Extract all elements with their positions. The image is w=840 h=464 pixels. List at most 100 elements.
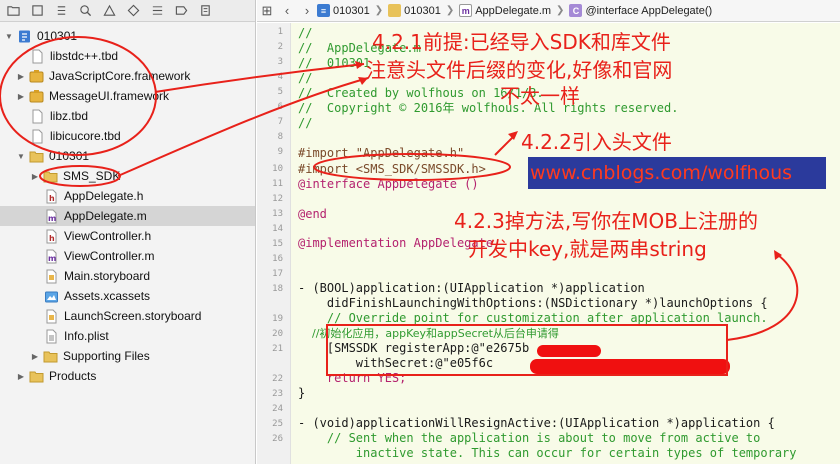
code-line: //初始化应用，appKey和appSecret从后台申请得 xyxy=(298,327,559,340)
tree-item-file[interactable]: libstdc++.tbd xyxy=(0,46,255,66)
tree-item-label: 010301 xyxy=(37,29,78,43)
chevron-right-icon[interactable]: ▶ xyxy=(30,351,40,361)
tree-item-label: Supporting Files xyxy=(63,349,150,363)
tree-item-file[interactable]: h AppDelegate.h xyxy=(0,186,255,206)
code-line: @interface AppDelegate () xyxy=(298,177,479,191)
tree-item-framework[interactable]: ▶ MessageUI.framework xyxy=(0,86,255,106)
tree-item-label: Main.storyboard xyxy=(64,269,151,283)
tree-item-file[interactable]: h ViewController.h xyxy=(0,226,255,246)
code-line: // xyxy=(298,71,313,85)
tree-item-label: libicucore.tbd xyxy=(50,129,121,143)
tree-item-label: Products xyxy=(49,369,97,383)
line-number: 20 xyxy=(272,329,283,339)
storyboard-icon xyxy=(44,269,59,284)
code-line: inactive state. This can occur for certa… xyxy=(298,446,797,460)
jumpbar-file[interactable]: m AppDelegate.m xyxy=(459,4,551,17)
tree-item-file[interactable]: libicucore.tbd xyxy=(0,126,255,146)
tree-item-label: libstdc++.tbd xyxy=(50,49,119,63)
jumpbar-project[interactable]: ≡ 010301 xyxy=(317,4,370,17)
related-items-icon[interactable]: ⊞ xyxy=(257,0,277,22)
svg-text:m: m xyxy=(48,254,56,263)
tree-item-file[interactable]: libz.tbd xyxy=(0,106,255,126)
file-icon xyxy=(30,129,45,144)
implementation-file-icon: m xyxy=(459,4,473,17)
assets-catalog-icon xyxy=(44,289,59,304)
tree-item-label: JavaScriptCore.framework xyxy=(49,69,191,83)
chevron-right-icon[interactable]: ▶ xyxy=(16,371,26,381)
folder-icon xyxy=(43,349,58,364)
line-number: 11 xyxy=(272,179,283,189)
class-icon: C xyxy=(569,4,583,17)
tree-item-group[interactable]: ▼ 010301 xyxy=(0,146,255,166)
tree-item-group[interactable]: ▶ SMS_SDK xyxy=(0,166,255,186)
line-number: 15 xyxy=(272,239,283,249)
forward-button[interactable]: › xyxy=(297,0,317,22)
framework-icon xyxy=(29,69,44,84)
report-icon[interactable] xyxy=(198,4,212,18)
folder-icon[interactable] xyxy=(6,4,20,18)
chevron-right-icon[interactable]: ▶ xyxy=(16,91,26,101)
annotation-step1-line2: 注意头文件后缀的变化,好像和官网 xyxy=(366,58,673,82)
xcode-project-icon: ≡ xyxy=(317,4,330,17)
implementation-file-icon: m xyxy=(44,249,59,264)
line-number-gutter: 1 2 3 4 5 6 7 8 9 10 11 12 13 14 15 16 1… xyxy=(257,23,291,464)
tree-item-group[interactable]: ▶ Products xyxy=(0,366,255,386)
line-number: 10 xyxy=(272,164,283,174)
tree-item-label: Info.plist xyxy=(64,329,109,343)
chevron-right-icon[interactable]: ▶ xyxy=(16,71,26,81)
diamond-icon[interactable] xyxy=(126,4,140,18)
chevron-right-icon: ❯ xyxy=(374,5,384,16)
svg-text:m: m xyxy=(48,214,56,223)
tree-item-file[interactable]: Info.plist xyxy=(0,326,255,346)
code-line: - (BOOL)application:(UIApplication *)app… xyxy=(298,281,645,295)
line-number: 6 xyxy=(277,102,283,112)
code-line: [SMSSDK registerApp:@"e2675b xyxy=(298,341,530,355)
issue-icon[interactable] xyxy=(102,4,116,18)
line-number: 24 xyxy=(272,404,283,414)
code-line: // 010301 xyxy=(298,56,371,70)
tree-item-label: ViewController.h xyxy=(64,229,152,243)
line-number: 21 xyxy=(272,344,283,354)
line-number: 4 xyxy=(277,72,283,82)
tree-item-framework[interactable]: ▶ JavaScriptCore.framework xyxy=(0,66,255,86)
hierarchy-icon[interactable] xyxy=(54,4,68,18)
svg-text:h: h xyxy=(49,194,55,203)
tree-item-label: 010301 xyxy=(49,149,90,163)
line-number: 3 xyxy=(277,57,283,67)
line-number: 23 xyxy=(272,389,283,399)
folder-icon xyxy=(29,369,44,384)
chevron-down-icon[interactable]: ▼ xyxy=(4,31,14,41)
header-file-icon: h xyxy=(44,229,59,244)
tree-item-label: LaunchScreen.storyboard xyxy=(64,309,202,323)
breakpoint-icon[interactable] xyxy=(174,4,188,18)
line-number: 7 xyxy=(277,117,283,127)
line-number: 18 xyxy=(272,284,283,294)
code-line: // Override point for customization afte… xyxy=(298,311,768,325)
tree-item-file[interactable]: Assets.xcassets xyxy=(0,286,255,306)
annotation-step3-line1: 4.2.3掉方法,写你在MOB上注册的 xyxy=(454,209,758,233)
tree-item-file[interactable]: Main.storyboard xyxy=(0,266,255,286)
back-button[interactable]: ‹ xyxy=(277,0,297,22)
tree-item-group[interactable]: ▶ Supporting Files xyxy=(0,346,255,366)
jumpbar-folder[interactable]: 010301 xyxy=(388,4,441,17)
folder-icon xyxy=(388,4,402,17)
svg-text:h: h xyxy=(49,234,55,243)
test-icon[interactable] xyxy=(150,4,164,18)
jumpbar-symbol[interactable]: C @interface AppDelegate() xyxy=(569,4,712,17)
code-line: // xyxy=(298,26,313,40)
tree-item-file[interactable]: LaunchScreen.storyboard xyxy=(0,306,255,326)
chevron-down-icon[interactable]: ▼ xyxy=(16,151,26,161)
line-number: 5 xyxy=(277,87,283,97)
line-number: 14 xyxy=(272,224,283,234)
tree-item-file[interactable]: m ViewController.m xyxy=(0,246,255,266)
chevron-right-icon[interactable]: ▶ xyxy=(30,171,40,181)
tree-item-file-selected[interactable]: m AppDelegate.m xyxy=(0,206,255,226)
annotation-step1-line1: 4.2.1前提:已经导入SDK和库文件 xyxy=(372,30,671,54)
code-line: @end xyxy=(298,207,327,221)
line-number: 12 xyxy=(272,194,283,204)
code-line: // Sent when the application is about to… xyxy=(298,431,761,445)
tree-item-project[interactable]: ▼ 010301 xyxy=(0,26,255,46)
redaction-mark xyxy=(537,345,601,357)
search-icon[interactable] xyxy=(78,4,92,18)
warning-icon[interactable] xyxy=(30,4,44,18)
